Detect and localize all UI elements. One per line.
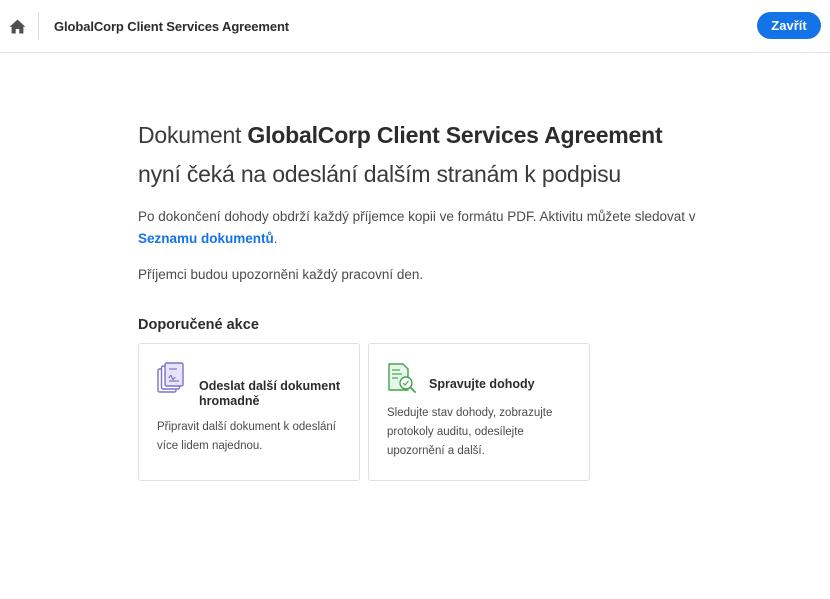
document-title: GlobalCorp Client Services Agreement bbox=[54, 18, 290, 34]
manage-agreements-card[interactable]: Spravujte dohody Sledujte stav dohody, z… bbox=[368, 343, 590, 481]
page-heading: Dokument GlobalCorp Client Services Agre… bbox=[138, 116, 698, 194]
close-button[interactable]: Zavřít bbox=[757, 12, 821, 39]
heading-prefix: Dokument bbox=[138, 122, 248, 148]
manage-agreements-icon bbox=[387, 362, 417, 394]
main-content: Dokument GlobalCorp Client Services Agre… bbox=[138, 116, 698, 481]
document-list-link[interactable]: Seznamu dokumentů bbox=[138, 231, 274, 246]
info-text: Po dokončení dohody obdrží každý příjemc… bbox=[138, 209, 696, 224]
home-icon bbox=[9, 19, 25, 33]
heading-document-name: GlobalCorp Client Services Agreement bbox=[247, 122, 663, 148]
info-paragraph: Po dokončení dohody obdrží každý příjemc… bbox=[138, 206, 698, 250]
info-end: . bbox=[273, 231, 278, 246]
bulk-send-description: Připravit další dokument k odeslání více… bbox=[157, 421, 336, 452]
manage-agreements-title: Spravujte dohody bbox=[429, 377, 535, 391]
reminder-text: Příjemci budou upozorněni každý pracovní… bbox=[138, 267, 424, 282]
bulk-send-card[interactable]: Odeslat další dokument hromadně Připravi… bbox=[138, 343, 360, 481]
recommended-actions: Odeslat další dokument hromadně Připravi… bbox=[138, 343, 698, 481]
recommended-actions-title: Doporučené akce bbox=[138, 317, 259, 333]
heading-suffix: nyní čeká na odeslání dalším stranám k p… bbox=[138, 161, 622, 187]
bulk-send-title: Odeslat další dokument hromadně bbox=[199, 379, 341, 408]
top-bar: GlobalCorp Client Services Agreement Zav… bbox=[0, 0, 830, 53]
bulk-send-icon bbox=[157, 362, 187, 394]
manage-agreements-description: Sledujte stav dohody, zobrazujte protoko… bbox=[387, 407, 553, 457]
home-button[interactable] bbox=[0, 0, 34, 52]
header-divider bbox=[38, 12, 39, 40]
